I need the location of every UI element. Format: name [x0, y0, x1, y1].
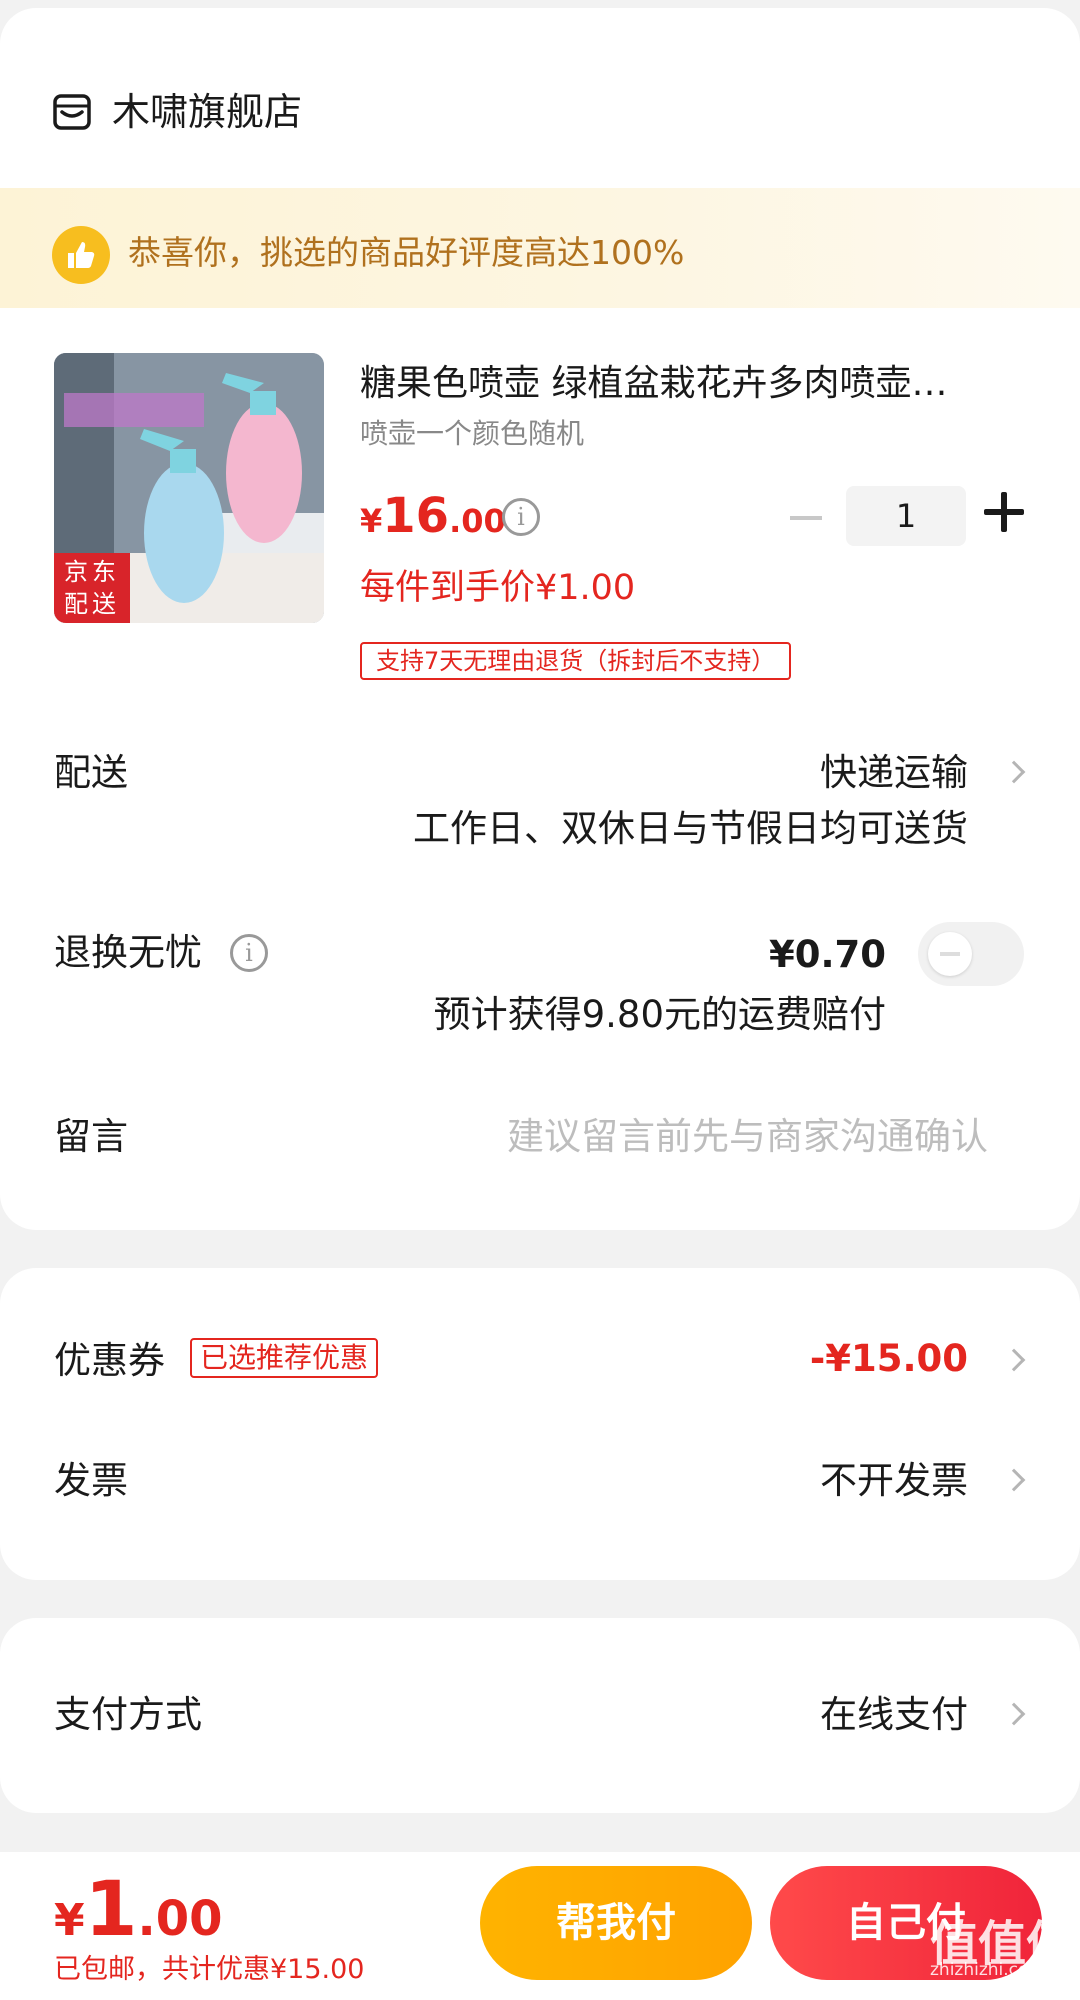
total-price: ¥1.00 — [54, 1866, 223, 1952]
invoice-label: 发票 — [54, 1459, 128, 1502]
quantity-increase-button[interactable] — [984, 492, 1024, 532]
message-label: 留言 — [54, 1115, 128, 1158]
price-integer: 16 — [382, 488, 450, 544]
banner-text: 恭喜你，挑选的商品好评度高达100% — [128, 233, 685, 272]
quantity-decrease-button[interactable] — [790, 516, 822, 520]
product-image[interactable]: 京东 配送 — [54, 353, 324, 623]
shop-icon — [53, 94, 91, 130]
jd-badge-line1: 京东 — [64, 558, 120, 586]
total-decimal: .00 — [137, 1891, 223, 1947]
total-note: 已包邮，共计优惠¥15.00 — [54, 1954, 365, 1985]
product-title[interactable]: 糖果色喷壶 绿植盆栽花卉多肉喷壶… — [360, 360, 1000, 408]
hand-price: 每件到手价¥1.00 — [360, 568, 636, 608]
total-integer: 1 — [84, 1864, 138, 1953]
toggle-knob — [928, 932, 972, 976]
coupon-chevron-icon[interactable] — [1002, 1348, 1026, 1372]
invoice-chevron-icon[interactable] — [1002, 1468, 1026, 1492]
payment-card: 支付方式 在线支付 — [0, 1618, 1080, 1813]
quantity-input[interactable]: 1 — [846, 486, 966, 546]
coupon-value[interactable]: -¥15.00 — [810, 1334, 968, 1384]
return-insurance-sub: 预计获得9.80元的运费赔付 — [433, 993, 886, 1036]
product-price: ¥16.00 — [360, 488, 506, 544]
checkout-bar: ¥1.00 已包邮，共计优惠¥15.00 帮我付 自己付 — [0, 1852, 1080, 2000]
delivery-value[interactable]: 快递运输 — [820, 748, 968, 798]
delivery-sub: 工作日、双休日与节假日均可送货 — [413, 807, 968, 850]
coupon-label: 优惠券 — [54, 1339, 165, 1382]
return-insurance-price: ¥0.70 — [768, 933, 886, 976]
total-symbol: ¥ — [54, 1895, 85, 1946]
payment-label: 支付方式 — [54, 1693, 202, 1736]
message-input[interactable]: 建议留言前先与商家沟通确认 — [507, 1112, 988, 1162]
payment-chevron-icon[interactable] — [1002, 1702, 1026, 1726]
thumbs-up-icon — [52, 226, 110, 284]
price-symbol: ¥ — [360, 502, 383, 540]
payment-value[interactable]: 在线支付 — [820, 1690, 968, 1740]
return-insurance-label: 退换无忧 — [54, 931, 202, 974]
watermark-url: zhizhizhi.com — [930, 1960, 1045, 1980]
product-spec[interactable]: 喷壶一个颜色随机 — [360, 414, 584, 454]
delivery-chevron-icon[interactable] — [1002, 760, 1026, 784]
invoice-value[interactable]: 不开发票 — [820, 1456, 968, 1506]
help-pay-button[interactable]: 帮我付 — [480, 1866, 752, 1980]
coupon-selected-tag: 已选推荐优惠 — [190, 1338, 379, 1378]
price-decimal: .00 — [449, 502, 506, 540]
return-insurance-info-icon[interactable]: i — [230, 934, 268, 972]
shop-name[interactable]: 木啸旗舰店 — [112, 88, 302, 136]
discount-card: 优惠券 已选推荐优惠 -¥15.00 发票 不开发票 — [0, 1268, 1080, 1580]
praise-banner: 恭喜你，挑选的商品好评度高达100% — [0, 188, 1080, 308]
return-insurance-toggle[interactable] — [918, 922, 1024, 986]
shop-order-card: 木啸旗舰店 恭喜你，挑选的商品好评度高达100% 京东 配送 糖果色喷壶 绿植盆… — [0, 8, 1080, 1230]
price-info-icon[interactable]: i — [502, 498, 540, 536]
delivery-label: 配送 — [54, 751, 128, 794]
return-policy-tag: 支持7天无理由退货（拆封后不支持） — [360, 642, 792, 680]
jd-badge-line2: 配送 — [64, 590, 120, 618]
jd-delivery-badge: 京东 配送 — [54, 553, 130, 623]
